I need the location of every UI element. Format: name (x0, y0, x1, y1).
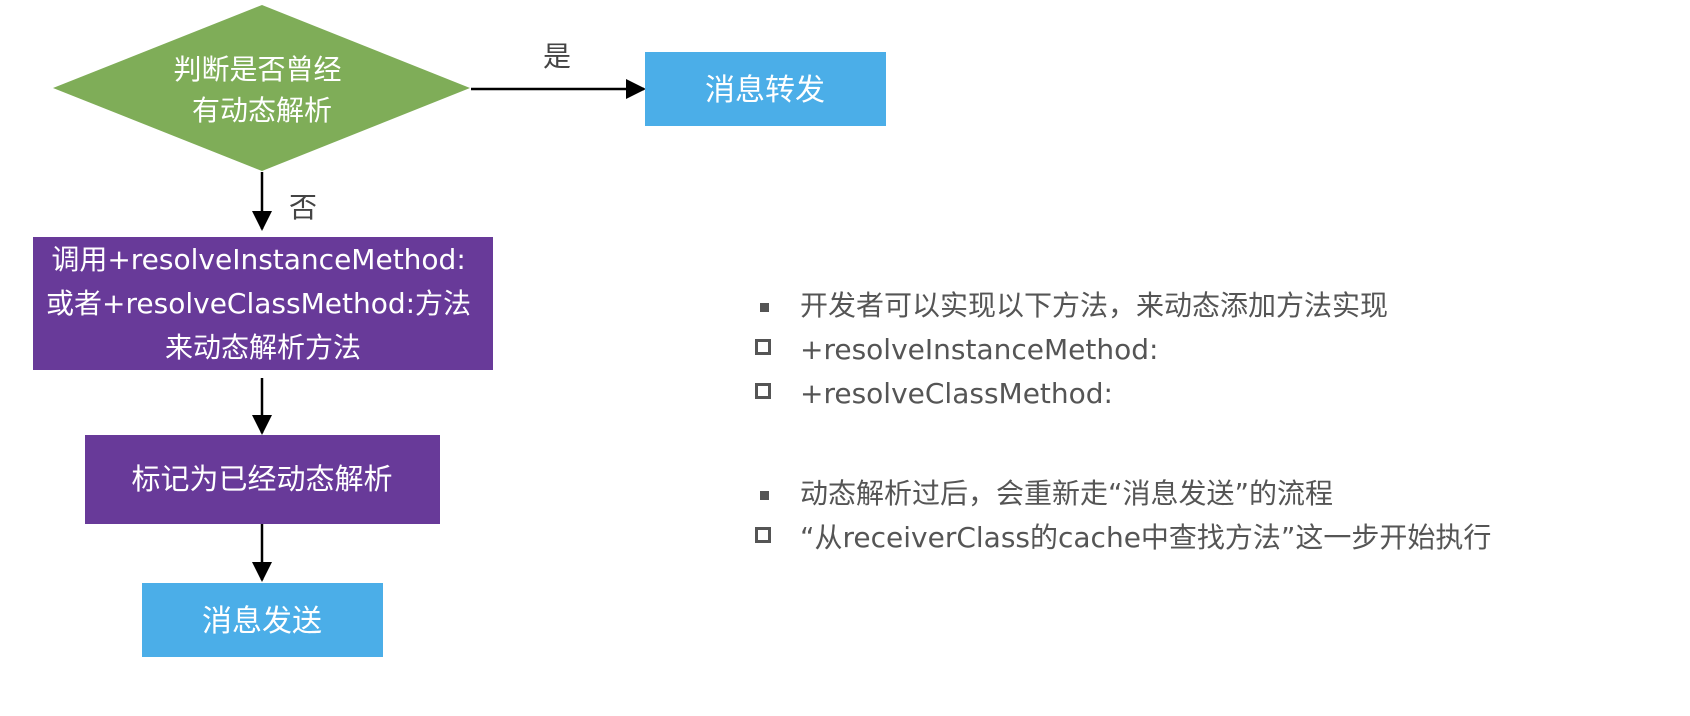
resolve-line-1: 调用+resolveInstanceMethod: (51, 243, 465, 276)
forward-node: 消息转发 (645, 52, 886, 126)
yes-label: 是 (543, 40, 571, 73)
send-node: 消息发送 (142, 583, 383, 657)
note-main-item: 开发者可以实现以下方法，来动态添加方法实现 (755, 284, 1655, 328)
mark-text: 标记为已经动态解析 (131, 462, 392, 496)
note-sub-item: “从receiverClass的cache中查找方法”这一步开始执行 (755, 516, 1655, 560)
note-main-text: 开发者可以实现以下方法，来动态添加方法实现 (800, 289, 1389, 322)
decision-diamond (53, 5, 470, 171)
note-sub-text: +resolveClassMethod: (800, 377, 1113, 410)
forward-text: 消息转发 (705, 73, 825, 108)
note-sub-item: +resolveClassMethod: (755, 372, 1655, 416)
note-group-1: 开发者可以实现以下方法，来动态添加方法实现 +resolveInstanceMe… (755, 284, 1655, 416)
hollow-square-bullet-icon (755, 527, 771, 543)
resolve-line-3: 来动态解析方法 (165, 331, 361, 364)
resolve-node: 调用+resolveInstanceMethod: 或者+resolveClas… (33, 237, 493, 370)
note-sub-text: “从receiverClass的cache中查找方法”这一步开始执行 (800, 521, 1492, 554)
hollow-square-bullet-icon (755, 383, 771, 399)
notes-panel: 开发者可以实现以下方法，来动态添加方法实现 +resolveInstanceMe… (755, 284, 1655, 560)
note-main-item: 动态解析过后，会重新走“消息发送”的流程 (755, 472, 1655, 516)
send-text: 消息发送 (202, 604, 322, 639)
decision-line-1: 判断是否曾经 (174, 53, 342, 86)
note-sub-item: +resolveInstanceMethod: (755, 328, 1655, 372)
resolve-line-2: 或者+resolveClassMethod:方法 (46, 287, 471, 320)
note-group-2: 动态解析过后，会重新走“消息发送”的流程 “从receiverClass的cac… (755, 472, 1655, 560)
hollow-square-bullet-icon (755, 339, 771, 355)
square-bullet-icon (760, 303, 769, 312)
decision-node: 判断是否曾经 有动态解析 (53, 5, 470, 171)
no-label: 否 (289, 191, 317, 224)
note-main-text: 动态解析过后，会重新走“消息发送”的流程 (800, 477, 1334, 510)
mark-node: 标记为已经动态解析 (85, 435, 440, 524)
decision-line-2: 有动态解析 (192, 94, 332, 127)
note-sub-text: +resolveInstanceMethod: (800, 333, 1159, 366)
square-bullet-icon (760, 491, 769, 500)
